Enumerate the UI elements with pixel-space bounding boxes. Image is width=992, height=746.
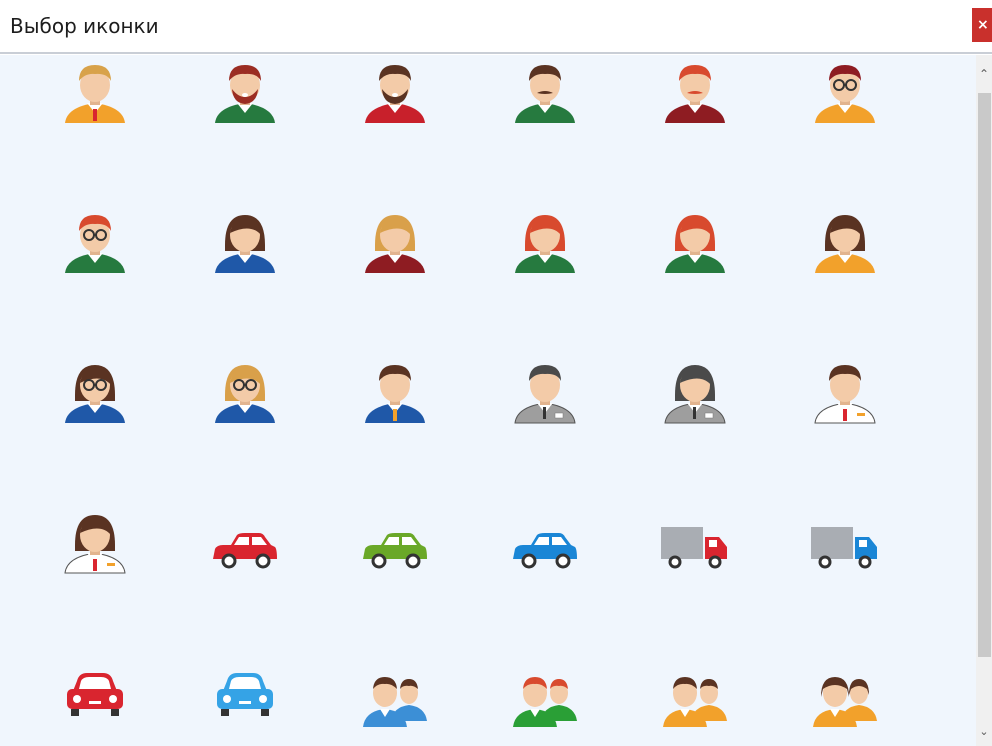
person-icon bbox=[215, 365, 275, 423]
icon-option-1[interactable] bbox=[55, 55, 135, 135]
icon-option-25[interactable] bbox=[55, 655, 135, 735]
person-icon bbox=[815, 65, 875, 123]
person-icon bbox=[65, 365, 125, 423]
scroll-thumb[interactable] bbox=[978, 93, 991, 657]
person-icon bbox=[365, 65, 425, 123]
icon-option-12[interactable] bbox=[805, 205, 885, 285]
icon-option-17[interactable] bbox=[655, 355, 735, 435]
car-icon bbox=[363, 533, 427, 569]
person-icon bbox=[64, 515, 126, 574]
icon-option-16[interactable] bbox=[505, 355, 585, 435]
icon-option-10[interactable] bbox=[505, 205, 585, 285]
scroll-up-button[interactable]: ⌃ bbox=[976, 55, 992, 93]
person-icon bbox=[365, 215, 425, 273]
title-bar: Выбор иконки × bbox=[0, 0, 992, 54]
person-icon bbox=[515, 215, 575, 273]
person-icon bbox=[664, 365, 726, 424]
icon-option-8[interactable] bbox=[205, 205, 285, 285]
person-icon bbox=[215, 65, 275, 123]
icon-option-5[interactable] bbox=[655, 55, 735, 135]
person-icon bbox=[365, 365, 425, 423]
icon-option-2[interactable] bbox=[205, 55, 285, 135]
close-icon: × bbox=[977, 17, 989, 33]
car-icon bbox=[67, 673, 123, 716]
icon-option-24[interactable] bbox=[805, 505, 885, 585]
car-icon bbox=[513, 533, 577, 569]
group-icon bbox=[813, 677, 877, 727]
icon-option-14[interactable] bbox=[205, 355, 285, 435]
icon-option-20[interactable] bbox=[205, 505, 285, 585]
icon-option-15[interactable] bbox=[355, 355, 435, 435]
icon-option-9[interactable] bbox=[355, 205, 435, 285]
close-button[interactable]: × bbox=[972, 8, 992, 42]
window-title: Выбор иконки bbox=[10, 14, 159, 38]
icon-option-27[interactable] bbox=[355, 655, 435, 735]
vertical-scrollbar[interactable]: ⌃ ⌄ bbox=[976, 55, 992, 746]
icon-option-6[interactable] bbox=[805, 55, 885, 135]
person-icon bbox=[815, 215, 875, 273]
person-icon bbox=[65, 65, 125, 123]
person-icon bbox=[814, 365, 876, 424]
truck-icon bbox=[811, 527, 877, 569]
truck-icon bbox=[661, 527, 727, 569]
person-icon bbox=[665, 215, 725, 273]
group-icon bbox=[513, 677, 577, 727]
person-icon bbox=[215, 215, 275, 273]
icon-option-22[interactable] bbox=[505, 505, 585, 585]
person-icon bbox=[665, 65, 725, 123]
person-icon bbox=[65, 215, 125, 273]
person-icon bbox=[514, 365, 576, 424]
icon-option-21[interactable] bbox=[355, 505, 435, 585]
icon-gallery bbox=[0, 55, 976, 746]
icon-option-7[interactable] bbox=[55, 205, 135, 285]
icon-option-13[interactable] bbox=[55, 355, 135, 435]
car-icon bbox=[213, 533, 277, 569]
icon-option-23[interactable] bbox=[655, 505, 735, 585]
person-icon bbox=[515, 65, 575, 123]
icon-option-26[interactable] bbox=[205, 655, 285, 735]
icon-option-3[interactable] bbox=[355, 55, 435, 135]
icon-option-28[interactable] bbox=[505, 655, 585, 735]
icon-option-11[interactable] bbox=[655, 205, 735, 285]
icon-option-4[interactable] bbox=[505, 55, 585, 135]
group-icon bbox=[663, 677, 727, 727]
icon-option-18[interactable] bbox=[805, 355, 885, 435]
icon-option-30[interactable] bbox=[805, 655, 885, 735]
icon-option-29[interactable] bbox=[655, 655, 735, 735]
icon-option-19[interactable] bbox=[55, 505, 135, 585]
car-icon bbox=[217, 673, 273, 716]
group-icon bbox=[363, 677, 427, 727]
icon-grid bbox=[0, 55, 976, 746]
scroll-down-button[interactable]: ⌄ bbox=[976, 725, 992, 746]
